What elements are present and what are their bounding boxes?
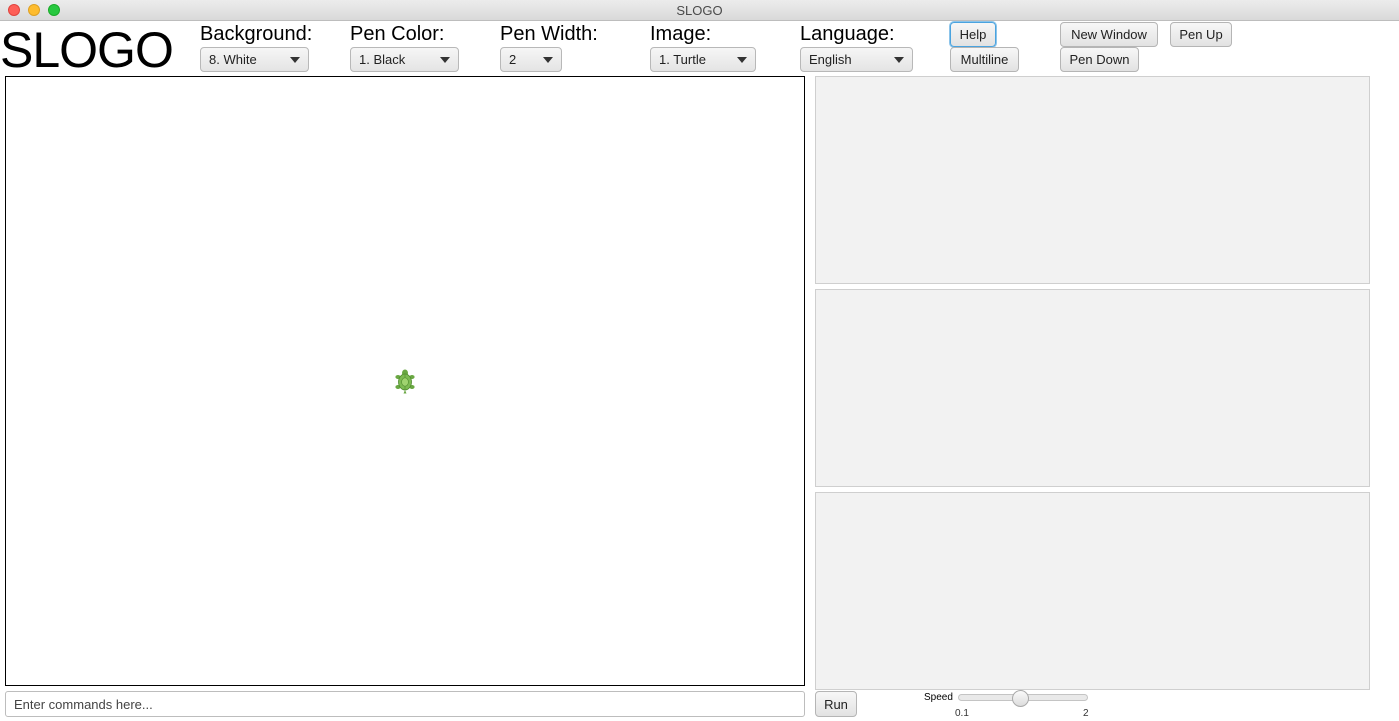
command-input[interactable]: [5, 691, 805, 717]
chevron-down-icon: [894, 57, 904, 63]
image-select[interactable]: 1. Turtle: [650, 47, 756, 72]
background-label: Background:: [200, 23, 313, 45]
language-select-value: English: [809, 52, 852, 67]
speed-min-label: 0.1: [955, 708, 969, 719]
window-titlebar: SLOGO: [0, 0, 1399, 21]
background-select-value: 8. White: [209, 52, 257, 67]
language-label: Language:: [800, 23, 895, 45]
info-panel-middle: [815, 289, 1370, 487]
multiline-button[interactable]: Multiline: [950, 47, 1019, 72]
speed-label: Speed: [924, 692, 953, 703]
pen-width-select-value: 2: [509, 52, 517, 67]
pen-down-button[interactable]: Pen Down: [1060, 47, 1139, 72]
language-select[interactable]: English: [800, 47, 913, 72]
help-button[interactable]: Help: [950, 22, 996, 47]
turtle-icon: [395, 369, 415, 394]
speed-slider-thumb[interactable]: [1012, 690, 1029, 707]
turtle-canvas[interactable]: [5, 76, 805, 686]
info-panel-top: [815, 76, 1370, 284]
chevron-down-icon: [440, 57, 450, 63]
pen-color-select[interactable]: 1. Black: [350, 47, 459, 72]
chevron-down-icon: [290, 57, 300, 63]
image-label: Image:: [650, 23, 712, 45]
app-title: SLOGO: [0, 22, 174, 78]
info-panel-bottom: [815, 492, 1370, 690]
background-select[interactable]: 8. White: [200, 47, 309, 72]
run-button[interactable]: Run: [815, 691, 857, 717]
image-select-value: 1. Turtle: [659, 52, 706, 67]
speed-max-label: 2: [1083, 708, 1089, 719]
pen-color-select-value: 1. Black: [359, 52, 406, 67]
pen-width-select[interactable]: 2: [500, 47, 562, 72]
pen-up-button[interactable]: Pen Up: [1170, 22, 1232, 47]
chevron-down-icon: [737, 57, 747, 63]
pen-width-label: Pen Width:: [500, 23, 598, 45]
pen-color-label: Pen Color:: [350, 23, 445, 45]
window-title: SLOGO: [676, 3, 723, 18]
new-window-button[interactable]: New Window: [1060, 22, 1158, 47]
chevron-down-icon: [543, 57, 553, 63]
